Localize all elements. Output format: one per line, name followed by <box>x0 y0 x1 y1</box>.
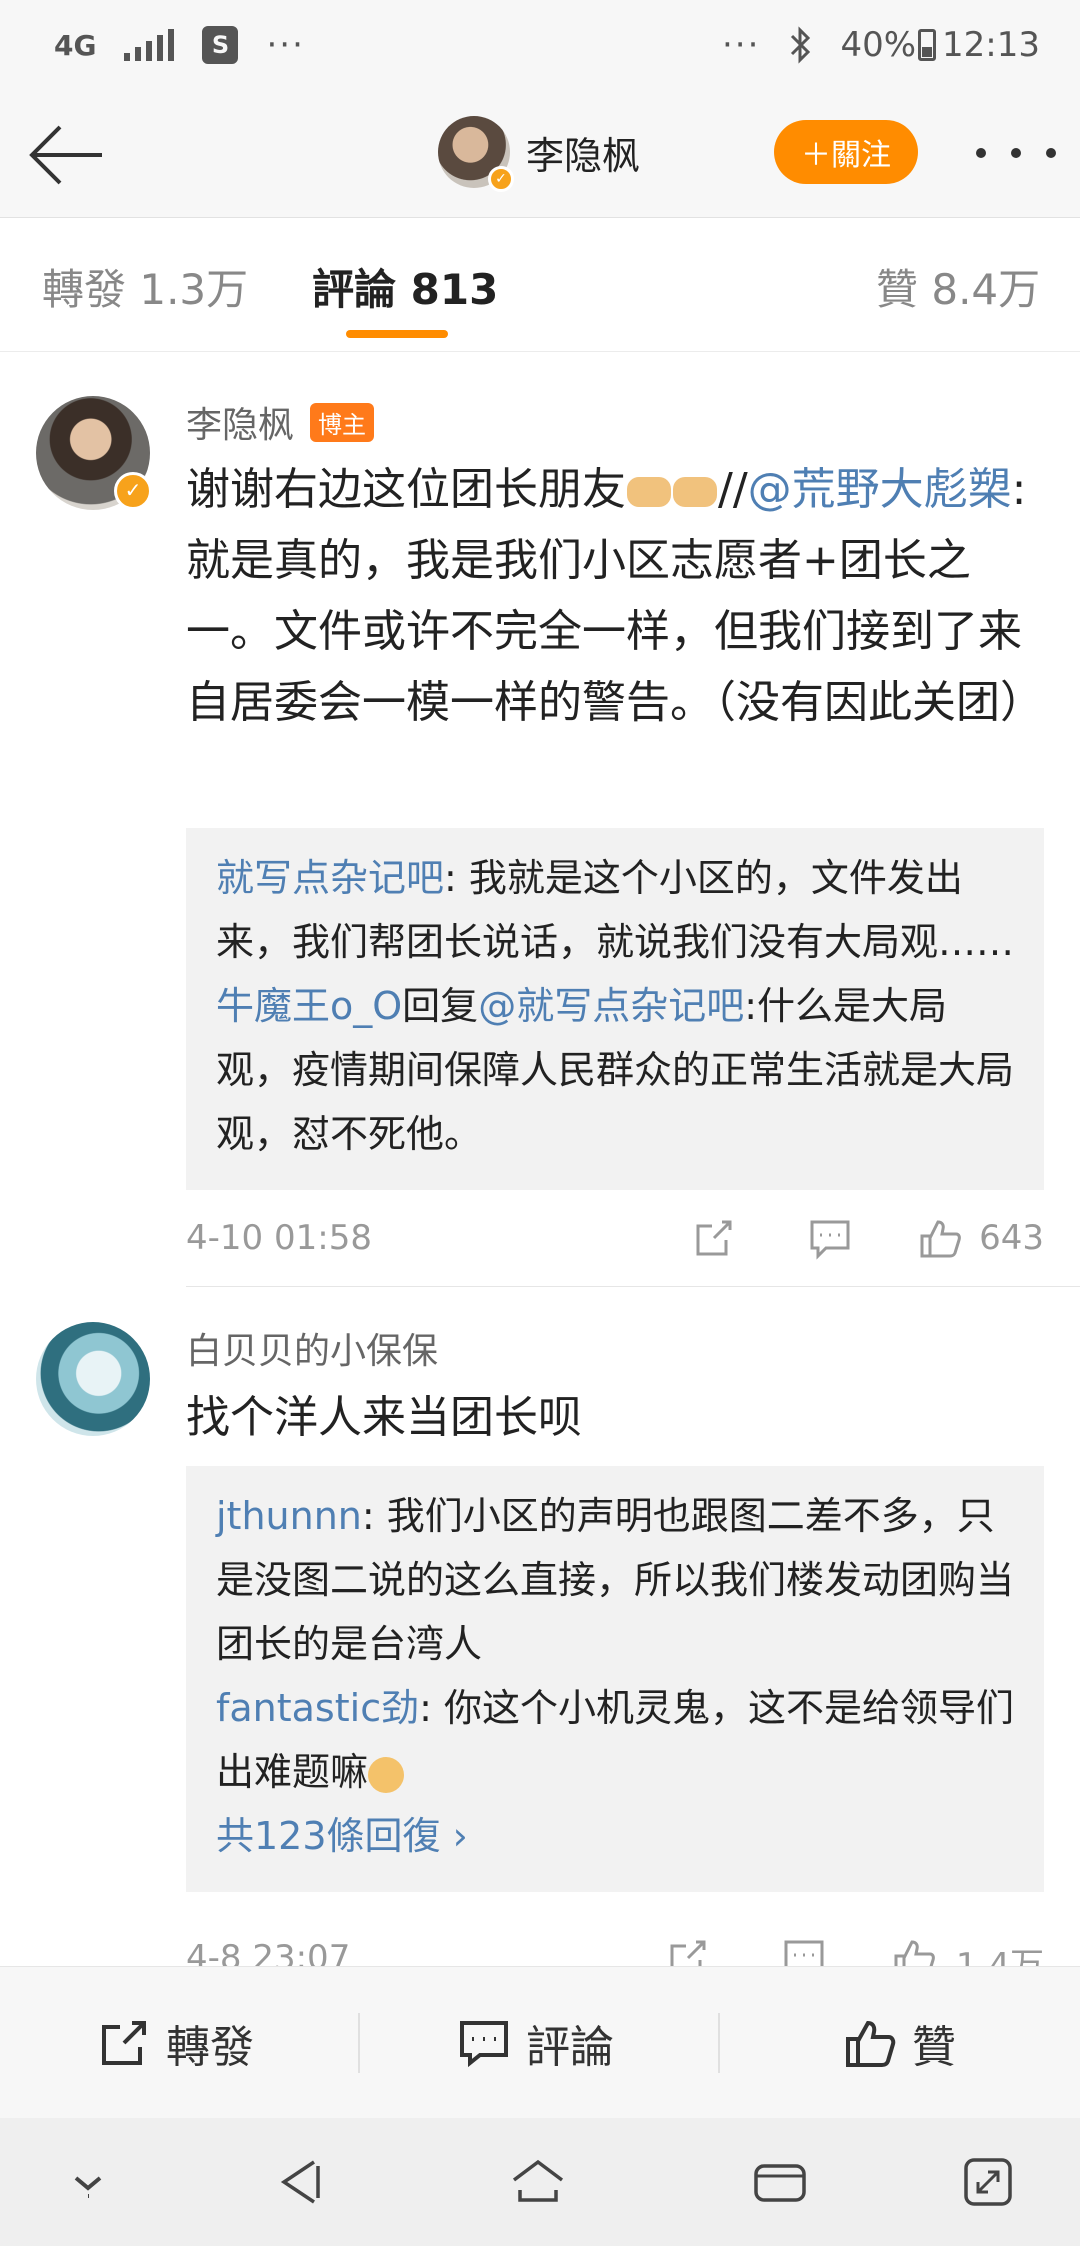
clock: 12:13 <box>942 25 1040 65</box>
like-icon <box>846 2020 896 2067</box>
reply-item: 就写点杂记吧: 我就是这个小区的，文件发出来，我们帮团长说话，就说我们没有大局观… <box>216 846 1014 974</box>
more-options-icon[interactable] <box>976 128 1056 178</box>
comment-icon <box>460 2021 508 2068</box>
avatar[interactable]: ✓ <box>36 396 152 510</box>
reply-separator: : <box>419 1686 444 1730</box>
status-dots-icon: ··· <box>722 25 761 65</box>
repost-label: 轉發 <box>166 2022 254 2073</box>
action-divider <box>358 2013 360 2073</box>
like-label: 贊 <box>912 2022 956 2073</box>
comment-divider <box>186 1286 1080 1287</box>
comment-author: 李隐枫 博主 <box>186 396 375 448</box>
system-nav-bar <box>0 2118 1080 2246</box>
reply-preview[interactable]: 就写点杂记吧: 我就是这个小区的，文件发出来，我们帮团长说话，就说我们没有大局观… <box>186 828 1044 1190</box>
like-count: 643 <box>979 1218 1044 1258</box>
mention-link[interactable]: @荒野大彪槊 <box>748 464 1012 515</box>
comment-author: 白贝贝的小保保 <box>186 1322 438 1374</box>
recent-apps-icon[interactable] <box>750 2152 810 2212</box>
reply-item: 牛魔王o_O回复@就写点杂记吧:什么是大局观，疫情期间保障人民群众的正常生活就是… <box>216 974 1014 1166</box>
header-profile[interactable]: ✓ 李隐枫 <box>438 116 640 192</box>
action-divider <box>718 2013 720 2073</box>
comment-icon[interactable] <box>808 1216 852 1260</box>
author-name[interactable]: 李隐枫 <box>186 396 294 448</box>
reply-connector: 回复 <box>402 984 479 1028</box>
comment-text-start: 谢谢右边这位团长朋友 <box>186 464 626 515</box>
verified-icon: ✓ <box>114 472 152 510</box>
more-replies-link[interactable]: 共123條回復 › <box>216 1804 1014 1868</box>
comment-time: 4-10 01:58 <box>186 1218 372 1258</box>
back-button[interactable] <box>26 120 106 190</box>
reply-mention[interactable]: @就写点杂记吧 <box>478 984 744 1028</box>
network-indicator: 4G <box>54 28 97 62</box>
bottom-action-bar: 轉發 評論 贊 <box>0 1966 1080 2118</box>
share-icon <box>102 2021 146 2065</box>
shopping-bag-icon: S <box>202 26 239 64</box>
reply-author[interactable]: 牛魔王o_O <box>216 984 402 1028</box>
active-tab-indicator <box>346 330 448 338</box>
battery-status: 40% 12:13 <box>840 25 1040 65</box>
status-right: ··· 40% 12:13 <box>722 25 1040 65</box>
repost-icon[interactable] <box>692 1216 736 1260</box>
verified-icon: ✓ <box>488 166 514 192</box>
tab-reposts[interactable]: 轉發 1.3万 <box>42 256 248 317</box>
avatar[interactable] <box>36 1322 150 1436</box>
author-name[interactable]: 白贝贝的小保保 <box>186 1322 438 1374</box>
handshake-emoji-icon <box>673 477 717 507</box>
reply-separator: : <box>361 1494 387 1538</box>
back-arrow-icon <box>29 125 102 185</box>
reply-preview[interactable]: jthunnn: 我们小区的声明也跟图二差不多，只是没图二说的这么直接，所以我们… <box>186 1466 1044 1892</box>
reply-separator: : <box>444 856 469 900</box>
status-left: 4G S ··· <box>54 25 305 65</box>
signal-icon <box>124 29 175 61</box>
expand-icon[interactable] <box>958 2152 1018 2212</box>
comment-meta: 4-10 01:58 643 <box>186 1208 1044 1268</box>
battery-icon <box>918 29 937 61</box>
reply-author[interactable]: 就写点杂记吧 <box>216 856 444 900</box>
bluetooth-icon <box>791 26 811 64</box>
tab-likes[interactable]: 贊 8.4万 <box>876 256 1040 317</box>
header-username[interactable]: 李隐枫 <box>526 125 640 180</box>
reply-item: jthunnn: 我们小区的声明也跟图二差不多，只是没图二说的这么直接，所以我们… <box>216 1484 1014 1676</box>
repost-button[interactable]: 轉發 <box>98 2011 254 2075</box>
comment-text: 找个洋人来当团长呗 <box>186 1392 582 1443</box>
more-notifications-icon: ··· <box>266 25 305 65</box>
reply-author[interactable]: jthunnn <box>216 1494 362 1538</box>
follow-button[interactable]: ＋關注 <box>774 120 918 184</box>
tab-bar: 轉發 1.3万 評論 813 贊 8.4万 <box>0 218 1080 352</box>
comment-button[interactable]: 評論 <box>458 2011 614 2075</box>
like-button[interactable]: 贊 <box>844 2011 956 2075</box>
reply-author[interactable]: fantastic劲 <box>216 1686 419 1730</box>
comment-label: 評論 <box>526 2022 614 2073</box>
title-bar: ✓ 李隐枫 ＋關注 <box>0 90 1080 218</box>
header-avatar[interactable]: ✓ <box>438 116 514 192</box>
like-icon[interactable] <box>918 1216 962 1260</box>
doge-emoji-icon <box>368 1756 405 1793</box>
handshake-emoji-icon <box>627 477 671 507</box>
chevron-down-icon[interactable] <box>58 2152 118 2212</box>
comment-text: 谢谢右边这位团长朋友//@荒野大彪槊:就是真的，我是我们小区志愿者+团长之一。文… <box>186 454 1046 738</box>
home-nav-icon[interactable] <box>508 2152 568 2212</box>
tab-comments[interactable]: 評論 813 <box>312 256 498 317</box>
back-nav-icon[interactable] <box>270 2152 330 2212</box>
repost-slashes: // <box>718 464 748 515</box>
status-bar: 4G S ··· ··· 40% 12:13 <box>0 0 1080 90</box>
battery-percent: 40% <box>840 25 917 65</box>
host-badge: 博主 <box>310 402 375 442</box>
reply-item: fantastic劲: 你这个小机灵鬼，这不是给领导们出难题嘛 <box>216 1676 1014 1804</box>
